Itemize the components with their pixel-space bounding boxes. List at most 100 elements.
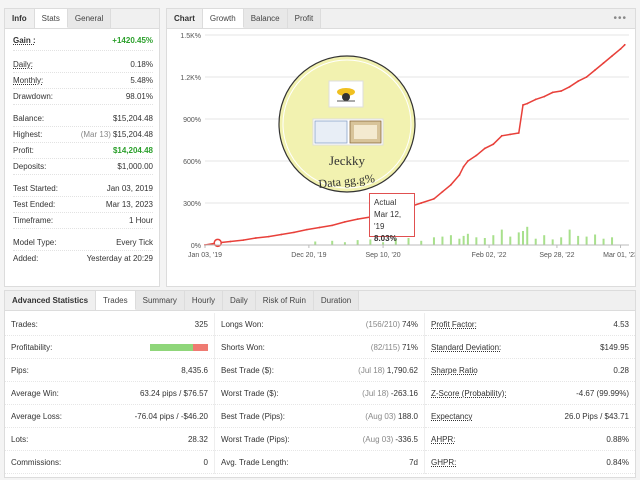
- info-panel: Info Stats General Gain : +1420.45% Dail…: [4, 8, 160, 287]
- growth-point: [551, 91, 554, 94]
- stat-note: (Jul 18): [358, 365, 385, 375]
- stat-label: Avg. Trade Length:: [221, 457, 289, 467]
- tab-chart[interactable]: Chart: [167, 9, 203, 28]
- volume-bar: [441, 236, 444, 245]
- growth-point: [254, 237, 257, 239]
- tab-balance[interactable]: Balance: [243, 9, 288, 28]
- volume-bar: [458, 238, 461, 245]
- y-tick-label: 1.5K%: [180, 33, 201, 40]
- test-started-label: Test Started:: [13, 184, 58, 193]
- drawdown-value: 98.01%: [125, 92, 153, 101]
- stat-row: AHPR: 0.88%: [425, 428, 635, 451]
- growth-point: [619, 48, 622, 50]
- added-row: Added: Yesterday at 20:29: [13, 251, 153, 267]
- highest-value: $15,204.48: [112, 130, 153, 139]
- stat-row: Standard Deviation: $149.95: [425, 336, 635, 359]
- timeframe-value: 1 Hour: [128, 216, 153, 225]
- monthly-label[interactable]: Monthly:: [13, 73, 43, 89]
- tab-duration[interactable]: Duration: [313, 291, 360, 310]
- volume-bar: [560, 237, 563, 245]
- balance-label: Balance:: [13, 114, 45, 123]
- tab-hourly[interactable]: Hourly: [184, 291, 223, 310]
- tab-stats[interactable]: Stats: [34, 9, 68, 28]
- growth-point: [522, 104, 524, 106]
- chart-menu-icon[interactable]: •••: [613, 13, 627, 24]
- growth-point: [543, 95, 546, 98]
- stat-label[interactable]: Standard Deviation:: [431, 343, 501, 352]
- growth-point: [492, 143, 495, 146]
- monthly-value: 5.48%: [130, 76, 153, 85]
- growth-point: [623, 43, 626, 46]
- growth-point: [280, 233, 283, 236]
- growth-point: [242, 239, 245, 242]
- tab-risk-of-ruin[interactable]: Risk of Ruin: [255, 291, 314, 310]
- watermark-logo: Jeckky Data gg.g%: [278, 55, 416, 193]
- tab-info[interactable]: Info: [5, 9, 35, 28]
- stats-column-3: Profit Factor: 4.53 Standard Deviation: $1…: [425, 313, 635, 474]
- monthly-row: Monthly: 5.48%: [13, 73, 153, 89]
- volume-bar: [585, 236, 588, 245]
- volume-bar: [526, 226, 529, 245]
- growth-point: [331, 224, 334, 227]
- drawdown-row: Drawdown: 98.01%: [13, 89, 153, 105]
- stat-label[interactable]: Sharpe Ratio: [431, 366, 478, 375]
- growth-point: [526, 102, 529, 105]
- stat-label[interactable]: Profit Factor:: [431, 320, 477, 329]
- stat-label: Pips:: [11, 365, 29, 375]
- stat-row: Trades: 325: [5, 313, 214, 336]
- x-tick-label: Mar 01, '23: [603, 252, 635, 259]
- daily-value: 0.18%: [130, 60, 153, 69]
- deposits-row: Deposits: $1,000.00: [13, 159, 153, 175]
- stat-value: 7d: [409, 457, 418, 467]
- stat-label[interactable]: Expectancy: [431, 412, 472, 421]
- stats-tabs: Advanced Statistics Trades Summary Hourl…: [5, 291, 635, 311]
- daily-label[interactable]: Daily:: [13, 57, 33, 73]
- stat-label[interactable]: GHPR:: [431, 458, 456, 467]
- stat-note: (Aug 03): [362, 434, 394, 444]
- tab-trades[interactable]: Trades: [96, 291, 136, 310]
- growth-point: [585, 76, 588, 78]
- chart-tooltip: Actual Mar 12, '19 8.03%: [369, 193, 415, 243]
- stat-note: (156/210): [365, 319, 400, 329]
- stat-note: (Aug 03): [365, 411, 396, 421]
- gain-label[interactable]: Gain :: [13, 31, 36, 51]
- growth-point: [293, 231, 295, 234]
- tab-summary[interactable]: Summary: [135, 291, 185, 310]
- highest-date: (Mar 13): [80, 130, 111, 139]
- test-started-value: Jan 03, 2019: [106, 184, 153, 193]
- model-type-row: Model Type: Every Tick: [13, 235, 153, 251]
- stat-value: 325: [194, 319, 208, 329]
- tab-general[interactable]: General: [67, 9, 112, 28]
- stat-row: Profit Factor: 4.53: [425, 313, 635, 336]
- stat-value: 63.24 pips / $76.57: [139, 388, 208, 398]
- x-tick-label: Sep 10, '20: [365, 252, 400, 259]
- volume-bar: [568, 229, 571, 245]
- tab-advanced-statistics[interactable]: Advanced Statistics: [5, 291, 97, 310]
- growth-point: [344, 221, 346, 223]
- stat-row: Pips: 8,435.6: [5, 359, 214, 382]
- stat-value: 4.53: [613, 319, 629, 329]
- growth-point: [433, 197, 435, 200]
- growth-point: [534, 98, 537, 101]
- stat-label[interactable]: Z-Score (Probability):: [431, 389, 507, 398]
- stat-value: 0: [203, 457, 208, 467]
- tab-daily[interactable]: Daily: [223, 291, 256, 310]
- y-tick-label: 600%: [183, 159, 201, 166]
- growth-point: [509, 133, 512, 136]
- volume-bar: [522, 231, 524, 245]
- chart-panel: Chart Growth Balance Profit ••• Jeckky D…: [166, 8, 636, 287]
- stat-row: Expectancy 26.0 Pips / $43.71: [425, 405, 635, 428]
- stat-note: (82/115): [370, 342, 400, 352]
- y-tick-label: 1.2K%: [180, 75, 201, 82]
- timeframe-row: Timeframe: 1 Hour: [13, 213, 153, 229]
- volume-bar: [314, 241, 317, 245]
- stat-label: Best Trade ($):: [221, 365, 274, 375]
- volume-bar: [543, 235, 546, 245]
- tooltip-value: 8.03%: [374, 234, 397, 243]
- profit-row: Profit: $14,204.48: [13, 143, 153, 159]
- tab-growth[interactable]: Growth: [202, 9, 244, 28]
- growth-point: [450, 183, 452, 186]
- stat-label[interactable]: AHPR:: [431, 435, 455, 444]
- tab-profit[interactable]: Profit: [287, 9, 322, 28]
- growth-point: [483, 147, 486, 150]
